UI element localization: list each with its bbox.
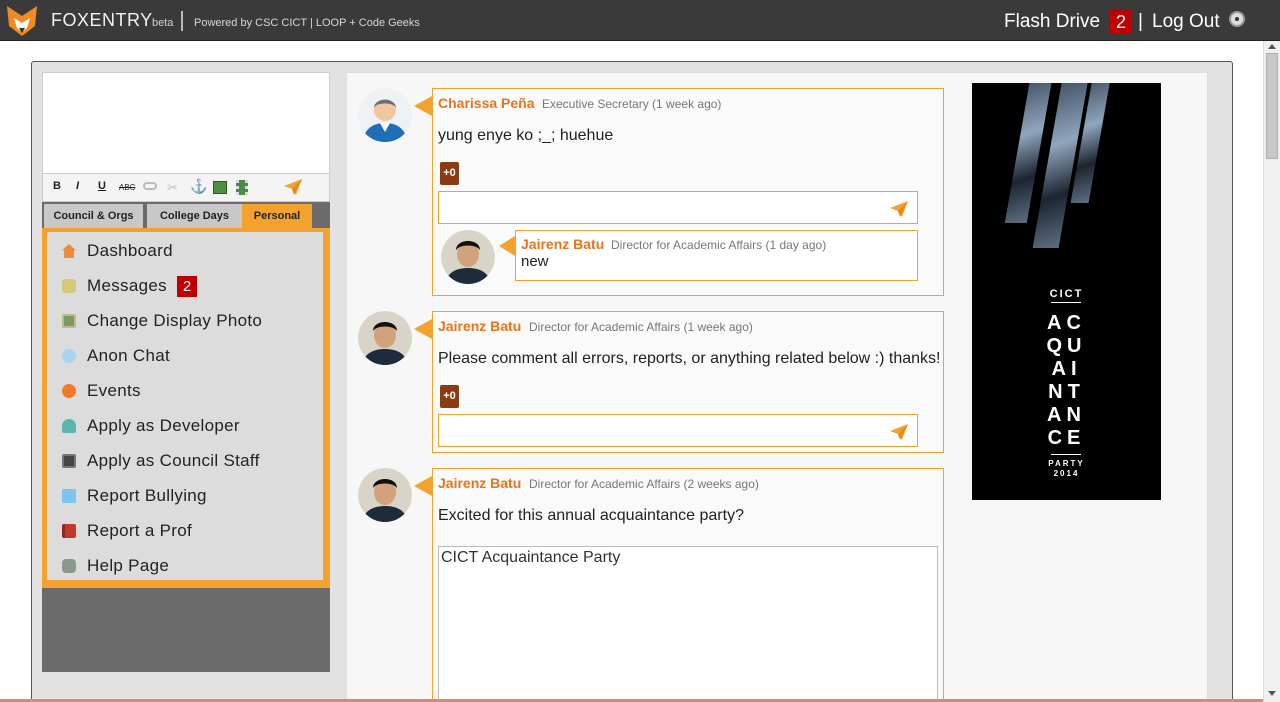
- plus-vote-button[interactable]: +0: [440, 162, 459, 185]
- post-card: Jairenz Batu Director for Academic Affai…: [432, 311, 944, 453]
- bold-button[interactable]: B: [53, 180, 61, 192]
- sidebar-tabs: Council & Orgs College Days Personal: [42, 202, 330, 228]
- robot-icon: [62, 559, 76, 573]
- avatar-jairenz[interactable]: [441, 230, 495, 284]
- anchor-icon[interactable]: ⚓: [190, 178, 207, 195]
- divider: [181, 11, 183, 31]
- strikethrough-button[interactable]: ABC: [119, 183, 135, 192]
- post-editor[interactable]: [42, 72, 330, 174]
- messages-count-badge[interactable]: 2: [177, 276, 197, 297]
- fox-logo-icon[interactable]: [5, 4, 39, 38]
- post-text: Excited for this annual acquaintance par…: [438, 507, 744, 524]
- send-comment-icon[interactable]: [889, 200, 909, 218]
- beta-label: beta: [152, 17, 174, 29]
- menu-panel: Dashboard Messages 2 Change Display Phot…: [47, 232, 323, 580]
- sidebar-item-label: Apply as Developer: [87, 416, 240, 435]
- italic-button[interactable]: I: [76, 180, 79, 192]
- video-icon[interactable]: [236, 180, 248, 195]
- scroll-up-icon[interactable]: [1268, 44, 1276, 49]
- sidebar-item-label: Change Display Photo: [87, 311, 263, 330]
- ad-line: AN: [1047, 404, 1086, 426]
- unlink-icon[interactable]: ✂: [167, 180, 181, 195]
- powered-by-text: Powered by CSC CICT | LOOP + Code Geeks: [194, 17, 420, 29]
- reply-pointer: [499, 236, 515, 256]
- brand-name[interactable]: FOXENTRY: [51, 10, 153, 31]
- ad-rule: [1051, 454, 1081, 455]
- sidebar-item-label: Anon Chat: [87, 346, 171, 365]
- ad-line: AI: [1051, 358, 1082, 380]
- post-text: Please comment all errors, reports, or a…: [438, 350, 941, 367]
- header-separator: |: [1138, 11, 1143, 32]
- post-author[interactable]: Jairenz Batu: [438, 475, 521, 491]
- scroll-down-icon[interactable]: [1268, 691, 1276, 696]
- sidebar-item-label: Apply as Council Staff: [87, 451, 260, 470]
- link-icon[interactable]: [143, 182, 157, 190]
- logout-link[interactable]: Log Out: [1152, 11, 1220, 33]
- council-icon: [62, 454, 76, 468]
- ad-org: CICT: [1049, 288, 1084, 300]
- scrollbar-thumb[interactable]: [1266, 53, 1278, 159]
- post-pointer: [414, 96, 432, 116]
- acquaintance-party-ad[interactable]: CICT AC QU AI NT AN CE PARTY 2014: [972, 83, 1161, 500]
- sidebar-item-label: Help Page: [87, 556, 170, 575]
- sidebar-footer: [42, 588, 330, 672]
- sidebar-item-label: Events: [87, 381, 141, 400]
- power-icon[interactable]: [1229, 11, 1245, 27]
- reply-card: Jairenz Batu Director for Academic Affai…: [515, 230, 918, 281]
- tab-council-orgs[interactable]: Council & Orgs: [44, 204, 143, 228]
- post-text: yung enye ko ;_; huehue: [438, 127, 614, 144]
- ad-line: QU: [1046, 335, 1087, 357]
- avatar-jairenz[interactable]: [358, 468, 412, 522]
- ad-rule: [1051, 302, 1081, 303]
- ad-year: 2014: [1053, 469, 1080, 478]
- home-icon: [62, 244, 76, 258]
- vertical-scrollbar[interactable]: [1263, 41, 1280, 702]
- reply-meta: Director for Academic Affairs (1 day ago…: [611, 238, 827, 252]
- plus-vote-button[interactable]: +0: [440, 385, 459, 408]
- post-meta: Director for Academic Affairs (2 weeks a…: [529, 477, 759, 491]
- editor-toolbar: B I U ABC ✂ ⚓: [42, 174, 330, 202]
- post-pointer: [414, 319, 432, 339]
- post-author[interactable]: Charissa Peña: [438, 95, 535, 111]
- post-card: Jairenz Batu Director for Academic Affai…: [432, 468, 944, 702]
- tab-college-days[interactable]: College Days: [147, 204, 242, 228]
- comment-input[interactable]: [438, 414, 918, 447]
- avatar-default[interactable]: [358, 88, 412, 142]
- underline-button[interactable]: U: [98, 180, 106, 192]
- reply-text: new: [521, 253, 549, 270]
- book-icon: [62, 524, 76, 538]
- sidebar-item-label: Report a Prof: [87, 521, 193, 540]
- attachment-preview[interactable]: CICT Acquaintance Party: [438, 546, 938, 702]
- events-icon: [62, 384, 76, 398]
- top-bar: FOXENTRY beta Powered by CSC CICT | LOOP…: [0, 0, 1280, 41]
- photo-icon: [62, 314, 76, 328]
- personal-menu: Dashboard Messages 2 Change Display Phot…: [42, 228, 330, 588]
- sidebar-item-label: Dashboard: [87, 241, 173, 260]
- flash-drive-count-badge[interactable]: 2: [1110, 10, 1132, 34]
- chat-icon: [62, 279, 76, 293]
- ad-line: AC: [1047, 312, 1086, 334]
- post-pointer: [414, 476, 432, 496]
- image-icon[interactable]: [213, 181, 227, 194]
- reply-author[interactable]: Jairenz Batu: [521, 236, 604, 252]
- sidebar-item-label: Messages: [87, 276, 167, 295]
- tab-personal[interactable]: Personal: [242, 204, 312, 228]
- ad-line: NT: [1048, 381, 1085, 403]
- send-icon[interactable]: [283, 178, 303, 196]
- document-icon: [62, 489, 76, 503]
- developer-icon: [62, 419, 76, 433]
- post-meta: Executive Secretary (1 week ago): [542, 97, 722, 111]
- send-comment-icon[interactable]: [889, 423, 909, 441]
- flash-drive-link[interactable]: Flash Drive: [1004, 11, 1100, 33]
- ad-line: CE: [1047, 427, 1086, 449]
- comment-input[interactable]: [438, 191, 918, 224]
- post-author[interactable]: Jairenz Batu: [438, 318, 521, 334]
- avatar-jairenz[interactable]: [358, 311, 412, 365]
- post-meta: Director for Academic Affairs (1 week ag…: [529, 320, 753, 334]
- ad-sub: PARTY: [1048, 459, 1085, 468]
- sidebar-item-label: Report Bullying: [87, 486, 207, 505]
- anon-chat-icon: [62, 349, 76, 363]
- post-card: Charissa Peña Executive Secretary (1 wee…: [432, 88, 944, 296]
